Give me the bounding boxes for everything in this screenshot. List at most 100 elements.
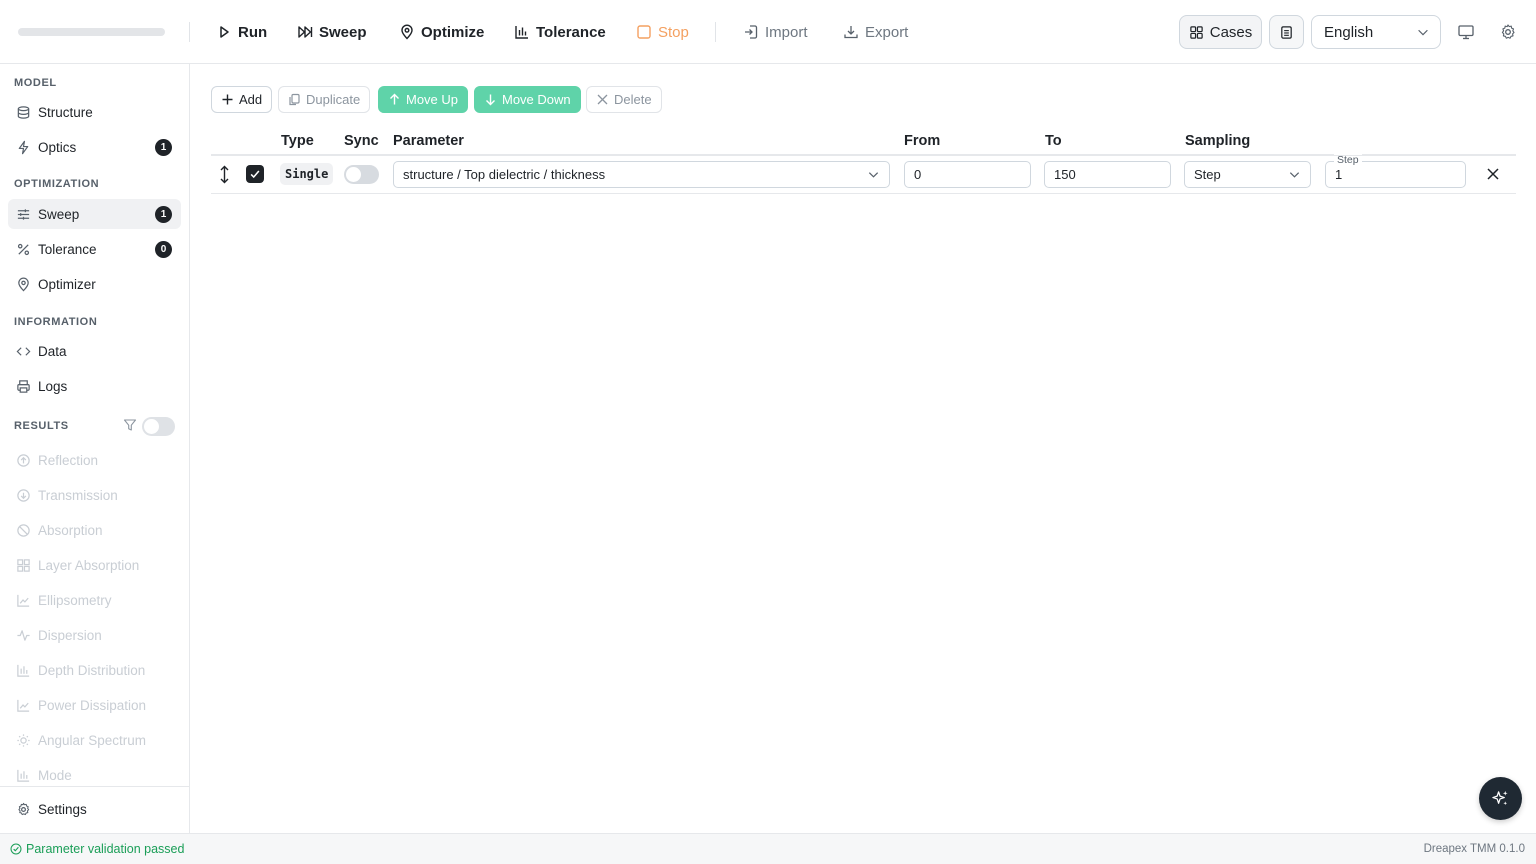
- row-top-divider: [211, 155, 1516, 156]
- row-enabled-checkbox[interactable]: [246, 165, 264, 183]
- cases-button[interactable]: Cases: [1179, 15, 1262, 49]
- move-down-button[interactable]: Move Down: [474, 86, 581, 113]
- monitor-icon[interactable]: [1457, 23, 1475, 41]
- sync-toggle[interactable]: [344, 165, 379, 184]
- section-label-model: MODEL: [14, 77, 57, 89]
- sidebar-item-label: Sweep: [38, 206, 80, 222]
- app-logo-placeholder: [18, 28, 165, 36]
- ban-icon: [17, 523, 30, 537]
- sparkles-icon: [1492, 790, 1508, 806]
- sidebar-item-logs[interactable]: Logs: [8, 371, 181, 401]
- sampling-value: Step: [1194, 167, 1221, 182]
- close-icon: [597, 94, 608, 105]
- tolerance-label: Tolerance: [536, 23, 606, 41]
- filter-icon[interactable]: [123, 418, 137, 432]
- column-header-sync: Sync: [344, 133, 379, 149]
- stop-square-icon: [637, 25, 651, 39]
- sidebar-item-angular-spectrum[interactable]: Angular Spectrum: [8, 725, 181, 755]
- arrow-down-circle-icon: [17, 488, 30, 502]
- sidebar-item-dispersion[interactable]: Dispersion: [8, 620, 181, 650]
- notes-button[interactable]: [1269, 15, 1304, 49]
- chevron-down-icon: [1289, 172, 1300, 178]
- sidebar-item-label: Structure: [38, 104, 93, 120]
- move-up-button[interactable]: Move Up: [378, 86, 469, 113]
- arrow-up-circle-icon: [17, 453, 30, 467]
- sidebar-item-settings[interactable]: Settings: [8, 794, 181, 824]
- bar-chart-icon: [515, 26, 528, 39]
- sidebar-item-absorption[interactable]: Absorption: [8, 515, 181, 545]
- sidebar-item-label: Ellipsometry: [38, 592, 112, 608]
- section-label-results: RESULTS: [14, 420, 69, 432]
- duplicate-button[interactable]: Duplicate: [278, 86, 371, 113]
- results-filter-toggle[interactable]: [142, 417, 175, 436]
- to-input[interactable]: 150: [1044, 161, 1171, 188]
- sidebar-item-reflection[interactable]: Reflection: [8, 445, 181, 475]
- sliders-icon: [17, 208, 30, 220]
- sidebar-item-label: Optimizer: [38, 276, 96, 292]
- delete-button[interactable]: Delete: [586, 86, 662, 113]
- sweep-button[interactable]: Sweep: [297, 20, 367, 44]
- sidebar-item-data[interactable]: Data: [8, 336, 181, 366]
- add-label: Add: [239, 92, 263, 107]
- sidebar-item-sweep[interactable]: Sweep 1: [8, 199, 181, 229]
- export-button[interactable]: Export: [843, 20, 908, 44]
- gear-icon: [18, 802, 30, 815]
- sidebar-item-label: Depth Distribution: [38, 662, 146, 678]
- row-divider: [211, 193, 1516, 194]
- arrow-up-icon: [390, 93, 399, 105]
- toolbar-divider: [189, 22, 190, 42]
- tolerance-button[interactable]: Tolerance: [514, 20, 606, 44]
- chevron-down-icon: [868, 172, 879, 178]
- optimize-label: Optimize: [421, 23, 485, 41]
- ai-assistant-button[interactable]: [1479, 777, 1522, 820]
- sidebar-item-transmission[interactable]: Transmission: [8, 480, 181, 510]
- move-down-label: Move Down: [502, 92, 571, 107]
- sidebar-item-layer-absorption[interactable]: Layer Absorption: [8, 550, 181, 580]
- sidebar-item-depth-distribution[interactable]: Depth Distribution: [8, 655, 181, 685]
- column-header-to: To: [1045, 133, 1062, 149]
- optimize-button[interactable]: Optimize: [399, 20, 484, 44]
- from-value: 0: [914, 167, 922, 182]
- sidebar-item-optimizer[interactable]: Optimizer: [8, 269, 181, 299]
- printer-icon: [17, 379, 30, 393]
- sidebar-item-ellipsometry[interactable]: Ellipsometry: [8, 585, 181, 615]
- grid-icon: [1190, 25, 1203, 39]
- sidebar-item-structure[interactable]: Structure: [8, 97, 181, 127]
- database-icon: [17, 105, 30, 119]
- import-label: Import: [765, 23, 808, 41]
- sidebar-item-label: Reflection: [38, 452, 99, 468]
- chevron-down-icon: [1418, 29, 1428, 36]
- language-select[interactable]: English: [1311, 15, 1441, 49]
- parameter-select[interactable]: structure / Top dielectric / thickness: [393, 161, 890, 188]
- check-icon: [250, 170, 260, 179]
- lightning-icon: [18, 140, 29, 154]
- count-badge: 0: [155, 241, 172, 258]
- map-pin-icon: [401, 24, 413, 40]
- app-version: Dreapex TMM 0.1.0: [1423, 843, 1525, 855]
- column-header-parameter: Parameter: [393, 133, 464, 149]
- duplicate-label: Duplicate: [306, 92, 361, 107]
- stop-button[interactable]: Stop: [636, 20, 689, 44]
- from-input[interactable]: 0: [904, 161, 1031, 188]
- section-label-optimization: OPTIMIZATION: [14, 178, 100, 190]
- stop-label: Stop: [658, 23, 689, 41]
- column-header-type: Type: [281, 133, 314, 149]
- run-label: Run: [238, 23, 268, 41]
- sidebar: MODEL Structure Optics 1 OPTIMIZATION Sw…: [0, 64, 190, 833]
- sidebar-item-tolerance[interactable]: Tolerance 0: [8, 234, 181, 264]
- import-button[interactable]: Import: [743, 20, 808, 44]
- sidebar-item-power-dissipation[interactable]: Power Dissipation: [8, 690, 181, 720]
- gear-icon[interactable]: [1499, 23, 1517, 41]
- section-label-information: INFORMATION: [14, 316, 98, 328]
- sidebar-item-label: Power Dissipation: [38, 697, 147, 713]
- plus-icon: [222, 94, 233, 105]
- sampling-select[interactable]: Step: [1184, 161, 1311, 188]
- add-button[interactable]: Add: [211, 86, 273, 113]
- run-button[interactable]: Run: [216, 20, 267, 44]
- sidebar-item-label: Settings: [38, 801, 87, 817]
- drag-handle-icon[interactable]: [217, 165, 232, 184]
- sweep-label: Sweep: [319, 23, 367, 41]
- document-icon: [1281, 25, 1292, 39]
- sidebar-item-optics[interactable]: Optics 1: [8, 132, 181, 162]
- remove-row-icon[interactable]: [1486, 167, 1500, 181]
